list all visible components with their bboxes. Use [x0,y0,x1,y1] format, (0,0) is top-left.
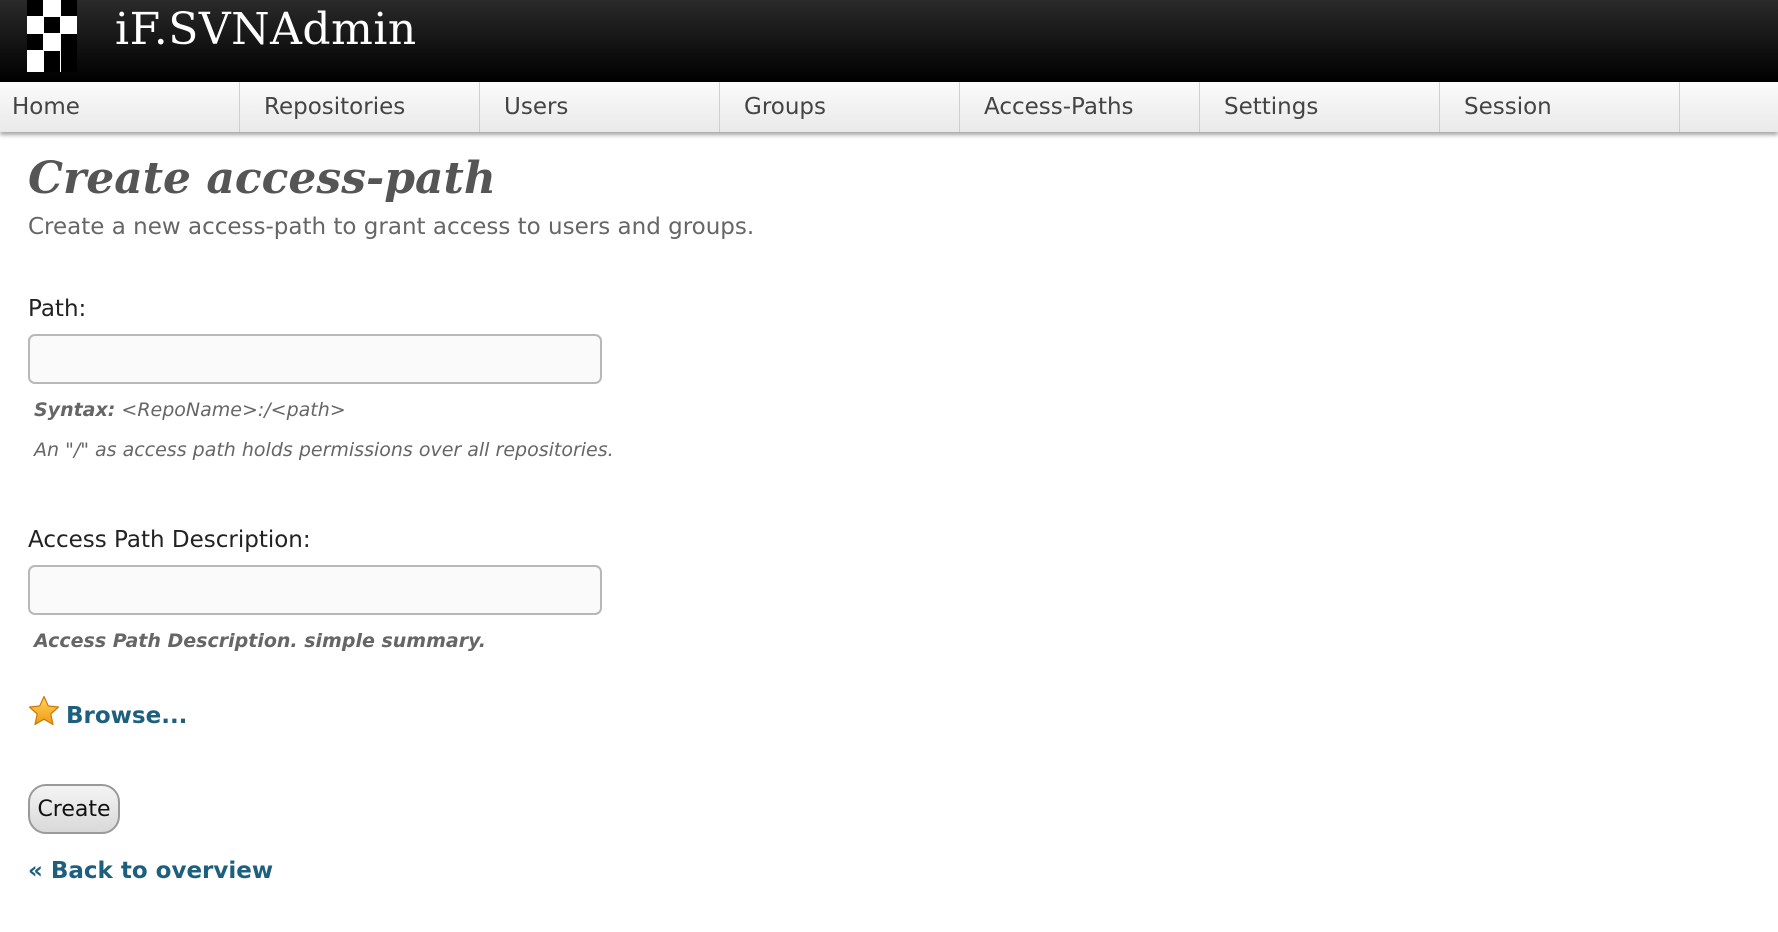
nav-item-repositories[interactable]: Repositories [240,82,480,132]
syntax-label: Syntax: [34,399,116,421]
path-input[interactable] [28,334,602,384]
page-description: Create a new access-path to grant access… [28,214,755,240]
nav-item-settings[interactable]: Settings [1200,82,1440,132]
path-syntax-hint: Syntax: <RepoName>:/<path> [34,399,346,421]
page-title: Create access-path [28,153,496,204]
app-header: iF.SVNAdmin [0,0,1778,82]
star-icon [28,695,60,726]
description-input[interactable] [28,565,602,615]
if-logo-icon [27,0,77,72]
nav-item-home[interactable]: Home [0,82,240,132]
syntax-value: <RepoName>:/<path> [121,399,346,421]
browse-label: Browse... [66,703,188,729]
app-title: iF.SVNAdmin [115,4,417,55]
path-label: Path: [28,296,87,322]
description-label: Access Path Description: [28,527,311,553]
create-button[interactable]: Create [28,784,120,834]
back-to-overview-link[interactable]: « Back to overview [28,858,273,884]
path-root-hint: An "/" as access path holds permissions … [34,439,614,461]
description-hint: Access Path Description. simple summary. [34,630,486,652]
nav-item-session[interactable]: Session [1440,82,1680,132]
nav-item-users[interactable]: Users [480,82,720,132]
main-content: Create access-path Create a new access-p… [28,150,754,884]
nav-item-groups[interactable]: Groups [720,82,960,132]
browse-link[interactable]: Browse... [28,695,188,729]
nav-item-access-paths[interactable]: Access-Paths [960,82,1200,132]
main-nav: Home Repositories Users Groups Access-Pa… [0,82,1778,132]
